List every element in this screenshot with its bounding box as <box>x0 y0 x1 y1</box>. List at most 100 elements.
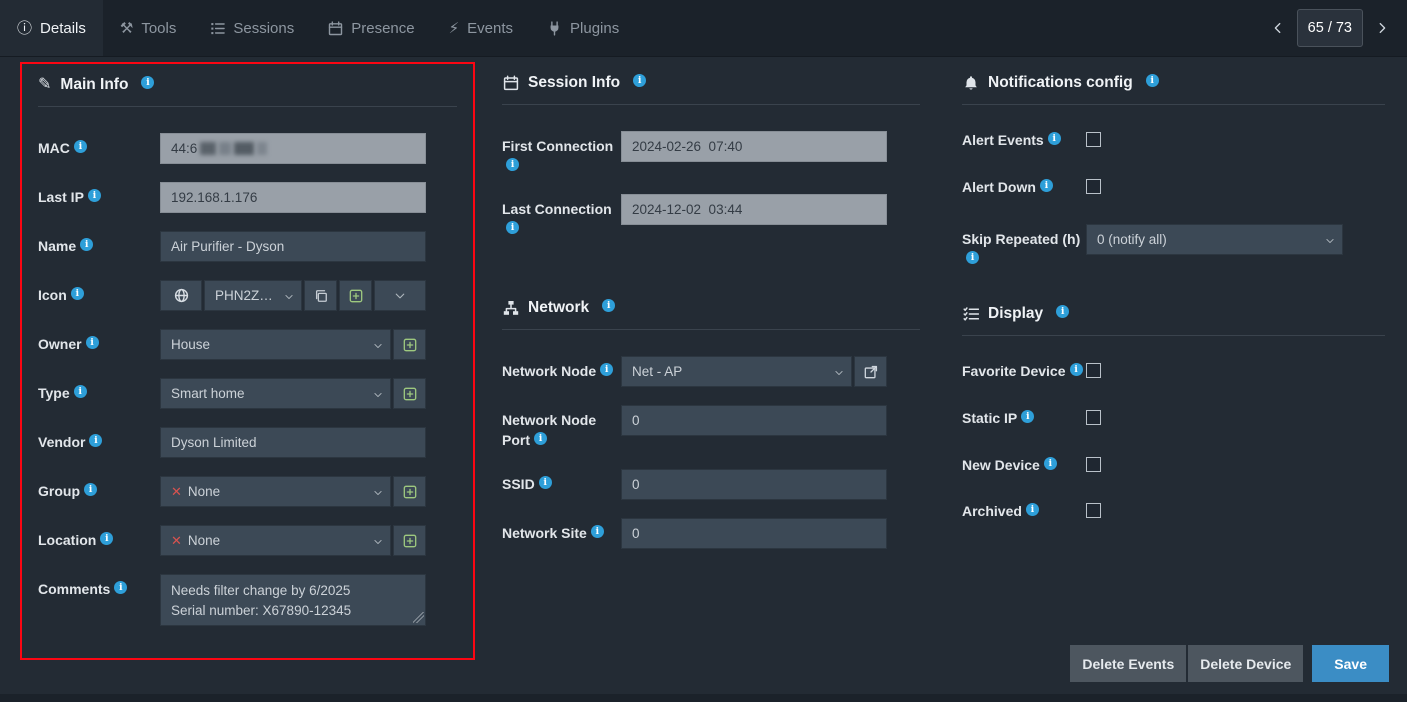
network-node-select-value: Net - AP <box>632 364 682 379</box>
section-title: Network <box>528 299 589 317</box>
type-select[interactable]: Smart home <box>160 378 391 409</box>
last-ip-row: Last IP <box>38 182 457 213</box>
field-label: Skip Repeated (h) <box>962 224 1086 269</box>
chevron-down-icon <box>373 390 383 400</box>
new-device-row: New Device <box>962 456 1385 476</box>
tab-tools[interactable]: ⚒ Tools <box>103 0 193 56</box>
skip-repeated-select[interactable]: 0 (notify all) <box>1086 224 1343 255</box>
vendor-row: Vendor <box>38 427 457 458</box>
field-label: Type <box>38 378 160 404</box>
delete-device-button[interactable]: Delete Device <box>1188 645 1303 682</box>
network-node-port-row: Network Node Port <box>502 405 920 450</box>
first-connection-field[interactable] <box>621 131 887 162</box>
copy-icon-button[interactable] <box>304 280 337 311</box>
info-icon <box>1044 457 1057 470</box>
section-title: Notifications config <box>988 74 1133 92</box>
add-icon-button[interactable] <box>339 280 372 311</box>
tab-sessions[interactable]: Sessions <box>193 0 311 56</box>
next-device-button[interactable] <box>1367 9 1397 47</box>
info-icon <box>86 336 99 349</box>
notifications-header: Notifications config <box>962 72 1385 105</box>
static-ip-checkbox[interactable] <box>1086 410 1101 425</box>
mac-field[interactable]: 44:6 <box>160 133 426 164</box>
favorite-device-checkbox[interactable] <box>1086 363 1101 378</box>
red-x-icon <box>171 484 182 500</box>
last-connection-field[interactable] <box>621 194 887 225</box>
info-icon <box>602 299 615 312</box>
sitemap-icon <box>502 300 519 317</box>
new-device-checkbox[interactable] <box>1086 457 1101 472</box>
action-bar: Delete Events Delete Device Save <box>1068 645 1389 682</box>
top-tab-bar: ⓘ Details ⚒ Tools Sessions Presence ⚡ Ev… <box>0 0 1407 57</box>
add-type-button[interactable] <box>393 378 426 409</box>
tab-events[interactable]: ⚡ Events <box>432 0 530 56</box>
tab-label: Presence <box>351 20 414 37</box>
network-node-row: Network Node Net - AP <box>502 356 920 387</box>
type-select-value: Smart home <box>171 386 245 401</box>
mac-visible-text: 44:6 <box>171 141 197 156</box>
field-label: Alert Events <box>962 131 1086 151</box>
ssid-field[interactable] <box>621 469 887 500</box>
save-button[interactable]: Save <box>1312 645 1389 682</box>
prev-device-button[interactable] <box>1263 9 1293 47</box>
vendor-field[interactable] <box>160 427 426 458</box>
delete-events-button[interactable]: Delete Events <box>1070 645 1186 682</box>
open-network-node-button[interactable] <box>854 356 887 387</box>
calendar-icon <box>502 75 519 92</box>
archived-checkbox[interactable] <box>1086 503 1101 518</box>
info-circle-icon: ⓘ <box>17 21 32 36</box>
info-icon <box>84 483 97 496</box>
name-field[interactable] <box>160 231 426 262</box>
type-row: Type Smart home <box>38 378 457 409</box>
info-icon <box>1070 363 1083 376</box>
field-label: Network Site <box>502 518 621 544</box>
info-icon <box>1026 503 1039 516</box>
tab-label: Tools <box>141 20 176 37</box>
comments-field[interactable]: Needs filter change by 6/2025 Serial num… <box>160 574 426 626</box>
mac-redacted-block <box>234 142 254 155</box>
alert-events-checkbox[interactable] <box>1086 132 1101 147</box>
alert-down-checkbox[interactable] <box>1086 179 1101 194</box>
icon-row: Icon PHN2ZyB4bV <box>38 280 457 311</box>
icon-select[interactable]: PHN2ZyB4bV <box>204 280 302 311</box>
favorite-device-row: Favorite Device <box>962 362 1385 382</box>
network-site-row: Network Site <box>502 518 920 549</box>
display-header: Display <box>962 303 1385 336</box>
location-select[interactable]: None <box>160 525 391 556</box>
right-column: Notifications config Alert Events Alert … <box>940 57 1385 549</box>
owner-select[interactable]: House <box>160 329 391 360</box>
info-icon <box>1040 179 1053 192</box>
device-icon-preview-button[interactable] <box>160 280 202 311</box>
session-info-header: Session Info <box>502 72 920 105</box>
field-label: Icon <box>38 280 160 306</box>
info-icon <box>633 74 646 87</box>
first-connection-row: First Connection <box>502 131 920 176</box>
chevron-down-icon <box>834 368 844 378</box>
info-icon <box>966 251 979 264</box>
tab-presence[interactable]: Presence <box>311 0 431 56</box>
main-info-header: ✎ Main Info <box>38 74 457 107</box>
list-check-icon <box>962 306 979 323</box>
network-site-field[interactable] <box>621 518 887 549</box>
section-title: Display <box>988 305 1043 323</box>
device-details-page: ✎ Main Info MAC 44:6 Last IP Name <box>0 57 1407 702</box>
plus-square-icon <box>403 485 417 499</box>
network-node-port-field[interactable] <box>621 405 887 436</box>
field-label: Group <box>38 476 160 502</box>
last-ip-field[interactable] <box>160 182 426 213</box>
add-owner-button[interactable] <box>393 329 426 360</box>
add-group-button[interactable] <box>393 476 426 507</box>
chevron-down-icon <box>394 290 406 302</box>
info-icon <box>141 76 154 89</box>
group-select[interactable]: None <box>160 476 391 507</box>
network-node-select[interactable]: Net - AP <box>621 356 852 387</box>
field-label: Archived <box>962 502 1086 522</box>
tab-plugins[interactable]: Plugins <box>530 0 636 56</box>
middle-column: Session Info First Connection Last Conne… <box>482 57 920 567</box>
icon-browse-button[interactable] <box>374 280 426 311</box>
add-location-button[interactable] <box>393 525 426 556</box>
skip-repeated-select-value: 0 (notify all) <box>1097 232 1167 247</box>
skip-repeated-row: Skip Repeated (h) 0 (notify all) <box>962 224 1385 269</box>
tab-details[interactable]: ⓘ Details <box>0 0 103 56</box>
info-icon <box>114 581 127 594</box>
